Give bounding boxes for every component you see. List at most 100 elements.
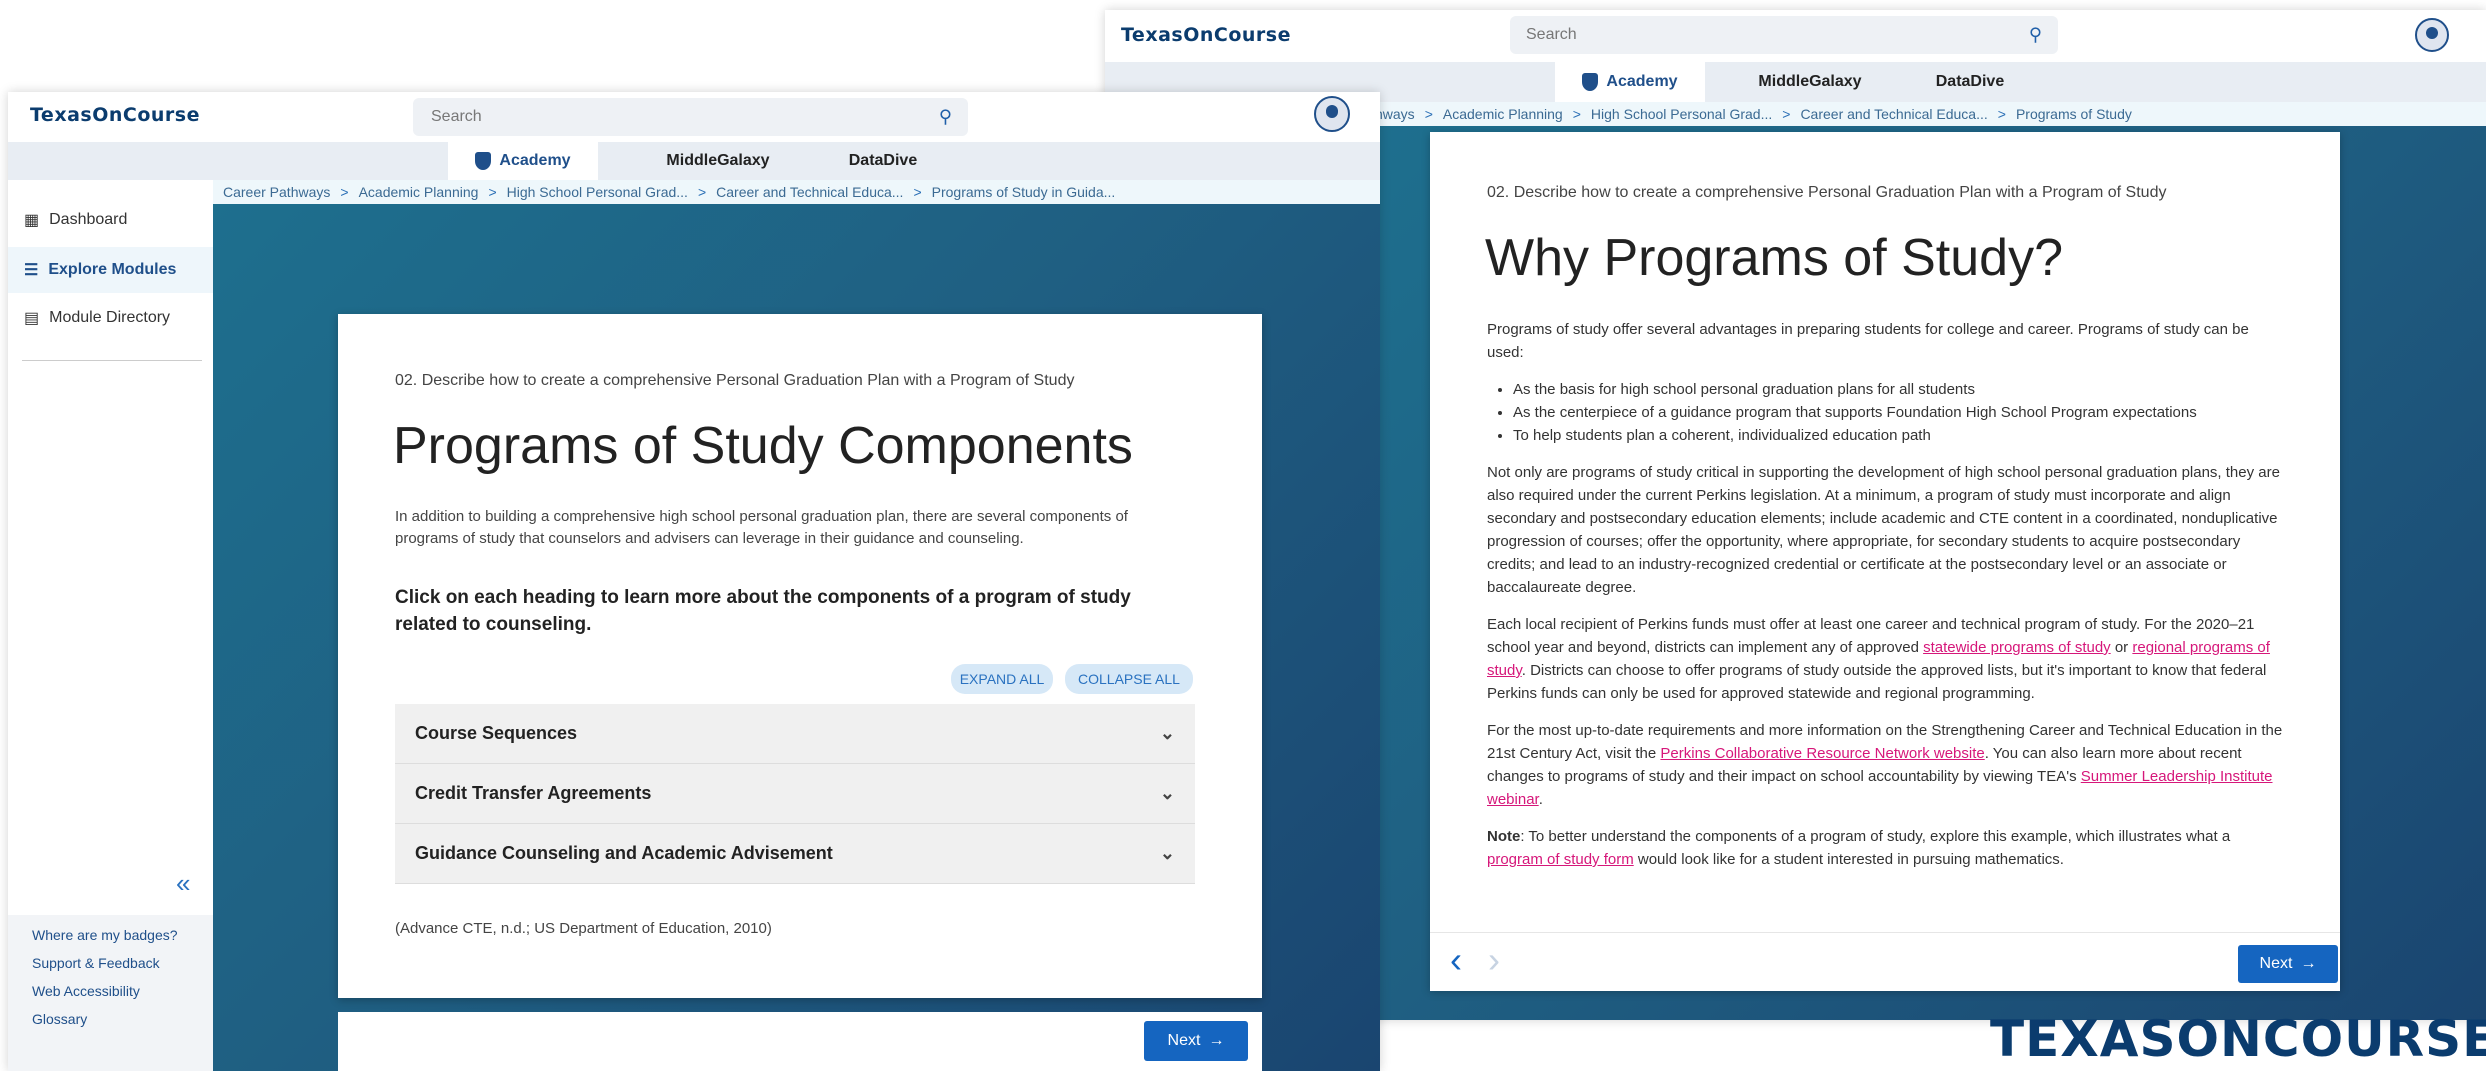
left-window: TexasOnCourse Search ⚲ Academy MiddleGal… (8, 92, 1380, 1071)
bullet-list: As the basis for high school personal gr… (1487, 378, 2287, 447)
text: : To better understand the components of… (1520, 828, 2231, 845)
support-link[interactable]: Support & Feedback (32, 955, 160, 971)
chevron-down-icon: ⌄ (1159, 783, 1175, 803)
shield-icon (475, 152, 492, 170)
chevron-right-icon: > (1782, 106, 1791, 122)
note-label: Note (1487, 828, 1521, 845)
breadcrumb-item[interactable]: Programs of Study (2016, 106, 2132, 122)
learning-objective: 02. Describe how to create a comprehensi… (1487, 184, 2167, 201)
badges-link[interactable]: Where are my badges? (32, 927, 178, 943)
chevron-right-icon: > (340, 184, 349, 200)
citation: (Advance CTE, n.d.; US Department of Edu… (395, 920, 772, 937)
breadcrumb: Career Pathways > Academic Planning > High… (213, 180, 1380, 204)
brand-logo: TexasOnCourse (1990, 1010, 2486, 1068)
page-title: Programs of Study Components (393, 417, 1133, 475)
left-search-input[interactable]: Search ⚲ (413, 98, 968, 136)
tab-academy[interactable]: Academy (448, 142, 598, 180)
directory-icon: ▤ (24, 310, 40, 327)
next-label: Next (1167, 1032, 1201, 1049)
arrow-right-icon: → (2300, 955, 2317, 972)
right-scroll-content[interactable]: 02. Describe how to create a comprehensi… (1430, 132, 2340, 932)
content-card: 02. Describe how to create a comprehensi… (338, 314, 1262, 998)
tab-middlegalaxy[interactable]: MiddleGalaxy (628, 142, 808, 180)
chevron-right-icon: > (913, 184, 922, 200)
tab-middlegalaxy[interactable]: MiddleGalaxy (1725, 62, 1895, 102)
shield-icon (1582, 73, 1599, 91)
sidebar-item-label: Module Directory (49, 309, 171, 326)
sidebar-item-label: Explore Modules (48, 261, 177, 278)
chevron-right-icon: > (1424, 106, 1433, 122)
search-icon[interactable]: ⚲ (939, 107, 952, 128)
list-item: As the basis for high school personal gr… (1513, 378, 2287, 401)
program-form-link[interactable]: program of study form (1487, 851, 1634, 868)
breadcrumb-item[interactable]: Career and Technical Educa... (1800, 106, 1987, 122)
breadcrumb-item[interactable]: Programs of Study in Guida... (932, 184, 1116, 200)
statewide-programs-link[interactable]: statewide programs of study (1923, 639, 2111, 656)
accessibility-link[interactable]: Web Accessibility (32, 983, 140, 999)
right-card-footer: ‹ › Next → (1430, 932, 2340, 991)
sidebar-item-module-directory[interactable]: ▤ Module Directory (24, 308, 170, 328)
sidebar-footer: Where are my badges? Support & Feedback … (8, 915, 213, 1071)
accordion-course-sequences[interactable]: Course Sequences ⌄ (395, 704, 1195, 764)
tab-datadive[interactable]: DataDive (818, 142, 948, 180)
breadcrumb-item[interactable]: Career Pathways (223, 184, 330, 200)
right-topbar: TexasOnCourse Search ⚲ (1105, 10, 2486, 62)
tab-academy[interactable]: Academy (1555, 62, 1705, 102)
accordion-label: Credit Transfer Agreements (415, 783, 652, 803)
forward-button[interactable]: › (1488, 939, 1500, 981)
right-logo[interactable]: TexasOnCourse (1121, 24, 1291, 46)
chevron-right-icon: > (488, 184, 497, 200)
sidebar-item-explore-modules[interactable]: ☰ Explore Modules (8, 247, 213, 293)
tab-datadive[interactable]: DataDive (1905, 62, 2035, 102)
avatar[interactable] (2415, 18, 2449, 52)
breadcrumb-item[interactable]: High School Personal Grad... (1591, 106, 1772, 122)
glossary-link[interactable]: Glossary (32, 1011, 87, 1027)
intro-text: In addition to building a comprehensive … (395, 508, 1128, 547)
breadcrumb-item[interactable]: High School Personal Grad... (507, 184, 688, 200)
accordion-label: Guidance Counseling and Academic Advisem… (415, 843, 833, 863)
left-nav: Academy MiddleGalaxy DataDive (8, 142, 1380, 180)
collapse-all-button[interactable]: COLLAPSE ALL (1065, 664, 1193, 694)
breadcrumb-item[interactable]: Academic Planning (1443, 106, 1563, 122)
breadcrumb-item[interactable]: Academic Planning (359, 184, 479, 200)
page-title: Why Programs of Study? (1485, 229, 2063, 287)
accordion-guidance-counseling[interactable]: Guidance Counseling and Academic Advisem… (395, 824, 1195, 884)
tab-label: Academy (1606, 73, 1678, 90)
next-button[interactable]: Next → (2238, 945, 2338, 983)
learning-objective: 02. Describe how to create a comprehensi… (395, 372, 1075, 389)
paragraph: Programs of study offer several advantag… (1487, 321, 2249, 361)
list-item: As the centerpiece of a guidance program… (1513, 401, 2287, 424)
collapse-sidebar-button[interactable]: « (176, 868, 190, 899)
accordion-credit-transfer[interactable]: Credit Transfer Agreements ⌄ (395, 764, 1195, 824)
prev-button[interactable]: ‹ (1450, 939, 1462, 981)
next-button[interactable]: Next → (1144, 1021, 1248, 1061)
breadcrumb-item[interactable]: hways (1375, 106, 1415, 122)
chevron-right-icon: > (1997, 106, 2006, 122)
paragraph: Note: To better understand the component… (1487, 825, 2287, 871)
perkins-network-link[interactable]: Perkins Collaborative Resource Network w… (1660, 745, 1984, 762)
right-content-card: 02. Describe how to create a comprehensi… (1430, 132, 2340, 991)
accordion-label: Course Sequences (415, 723, 578, 743)
chevron-right-icon: > (697, 184, 707, 200)
next-label: Next (2259, 955, 2293, 972)
search-icon[interactable]: ⚲ (2029, 25, 2042, 46)
text: . (1538, 791, 1543, 808)
paragraph: Not only are programs of study critical … (1487, 464, 2280, 596)
avatar[interactable] (1314, 96, 1350, 132)
text: would look like for a student interested… (1633, 851, 2064, 868)
card-footer: Next → (338, 1012, 1262, 1071)
right-search-input[interactable]: Search ⚲ (1510, 16, 2058, 54)
sidebar-item-dashboard[interactable]: ▦ Dashboard (24, 210, 127, 230)
left-search-placeholder: Search (431, 108, 482, 125)
left-topbar: TexasOnCourse Search ⚲ (8, 92, 1380, 142)
chevron-right-icon: > (1572, 106, 1581, 122)
right-search-placeholder: Search (1526, 26, 1577, 43)
breadcrumb-item[interactable]: Career and Technical Educa... (716, 184, 903, 200)
left-logo[interactable]: TexasOnCourse (30, 104, 200, 126)
dashboard-icon: ▦ (24, 212, 40, 229)
body-content: Programs of study offer several advantag… (1487, 318, 2287, 871)
paragraph: Each local recipient of Perkins funds mu… (1487, 613, 2287, 705)
expand-all-button[interactable]: EXPAND ALL (951, 664, 1053, 694)
sidebar: ▦ Dashboard ☰ Explore Modules ▤ Module D… (8, 180, 213, 1071)
right-breadcrumb: hways > Academic Planning > High School Pe… (1375, 102, 2486, 126)
